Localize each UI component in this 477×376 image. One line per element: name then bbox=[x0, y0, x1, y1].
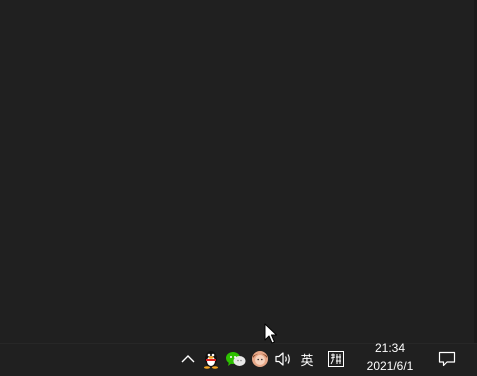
clock-date: 2021/6/1 bbox=[366, 359, 414, 373]
mouse-pointer-icon bbox=[264, 323, 277, 344]
pinyin-ime-icon bbox=[328, 351, 344, 367]
wechat-tray-button[interactable] bbox=[225, 343, 247, 375]
ime-mode-button[interactable] bbox=[325, 343, 347, 375]
volume-button[interactable] bbox=[273, 343, 295, 375]
qq-tray-button[interactable] bbox=[201, 343, 221, 375]
avatar-app-tray-button[interactable] bbox=[249, 343, 271, 375]
action-center-button[interactable] bbox=[436, 343, 458, 375]
chevron-up-icon bbox=[181, 355, 195, 363]
language-label: 英 bbox=[300, 353, 314, 369]
desktop-area[interactable] bbox=[0, 0, 477, 343]
action-center-icon bbox=[438, 351, 456, 367]
clock-time: 21:34 bbox=[374, 341, 406, 355]
input-language-indicator[interactable]: 英 bbox=[296, 343, 318, 375]
clock-button[interactable]: 21:34 2021/6/1 bbox=[356, 339, 424, 375]
speaker-volume-icon bbox=[275, 352, 290, 366]
wechat-icon bbox=[226, 352, 246, 366]
show-hidden-icons-button[interactable] bbox=[178, 343, 198, 375]
qq-penguin-icon bbox=[204, 351, 218, 369]
avatar-app-icon bbox=[252, 351, 268, 367]
